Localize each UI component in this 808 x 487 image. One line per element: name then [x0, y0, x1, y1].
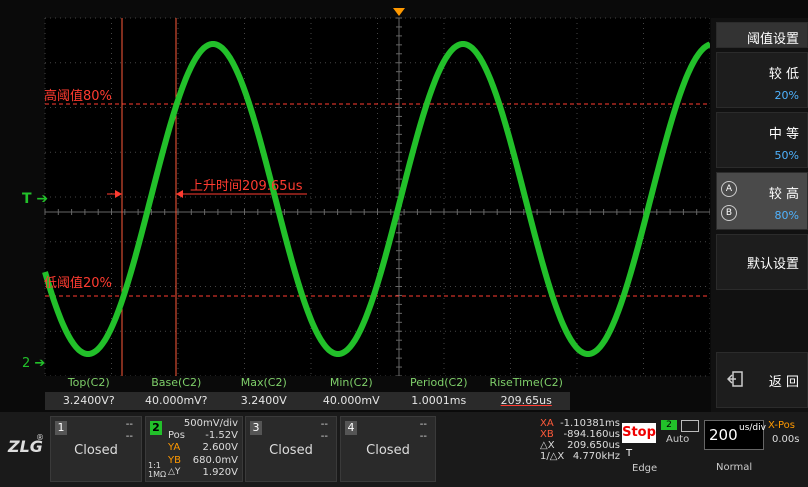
measurement-name: Base(C2) [151, 376, 202, 389]
channel-scale: -- [419, 419, 427, 430]
measurement-value: 40.000mV [322, 394, 380, 407]
timebase-display[interactable]: 200 us/div [704, 420, 766, 450]
run-stop-button[interactable]: Stop [622, 423, 656, 443]
measurement-names: Top(C2) Base(C2) Max(C2) Min(C2) Period(C2) R… [45, 376, 570, 392]
probe-ratio: 1:1 [148, 461, 161, 470]
xa-label: XA [540, 418, 554, 429]
channel-number: 1 [55, 421, 67, 435]
measurement-name: Period(C2) [409, 376, 468, 389]
measurement-name: Min(C2) [329, 376, 373, 389]
dx-label: △X [540, 440, 555, 451]
channel-1-panel[interactable]: 1 -- -- Closed [50, 416, 142, 482]
channel-pos: -- [125, 431, 133, 442]
threshold-low-button[interactable]: 较 低 20% [716, 52, 808, 108]
channel-number: 4 [345, 421, 357, 435]
xpos-value: 0.00s [772, 434, 800, 445]
back-icon [726, 371, 743, 387]
cursor-dx-value: 209.650us [567, 440, 620, 451]
cursor-xa-value: -1.10381ms [560, 418, 620, 429]
low-threshold-label: 低阈值20% [44, 276, 112, 291]
trigger-channel-badge: 2 [661, 420, 677, 430]
knob-a-icon: A [721, 181, 737, 197]
acquisition-mode: Normal [716, 462, 753, 473]
channel-2-panel[interactable]: 2 500mV/div Pos -1.52V YA 2.600V YB 680.… [145, 416, 243, 482]
measurement-value: 1.0001ms [411, 394, 467, 407]
yb-label: YB [168, 455, 181, 466]
trigger-type: Edge [632, 463, 658, 474]
channel-number: 2 [150, 421, 162, 435]
channel-state: Closed [74, 443, 118, 458]
timebase-unit: us/div [739, 423, 766, 433]
measurement-value: 3.2400V [240, 394, 287, 407]
cursor-yb-value: 680.0mV [192, 455, 238, 466]
measurement-name: Top(C2) [67, 376, 110, 389]
cursor-ya-value: 2.600V [202, 442, 238, 453]
zlg-logo: ZLG ® [6, 430, 46, 466]
measurement-value: 209.65us [500, 394, 552, 407]
cursor-xb-value: -894.160us [563, 429, 620, 440]
measurement-bar: Top(C2) Base(C2) Max(C2) Min(C2) Period(C2) R… [45, 376, 570, 412]
dy-label: △Y [168, 467, 181, 477]
trigger-source: T [626, 448, 633, 459]
cursor-dy-value: 1.920V [202, 467, 238, 478]
default-settings-button[interactable]: 默认设置 [716, 234, 808, 290]
ya-label: YA [168, 442, 181, 453]
channel-4-panel[interactable]: 4 -- -- Closed [340, 416, 436, 482]
xpos-label: X-Pos [768, 420, 795, 431]
measurement-value: 3.2400V? [62, 394, 115, 407]
trigger-position-marker[interactable] [393, 8, 405, 16]
measurement-name: RiseTime(C2) [489, 376, 563, 389]
svg-text:®: ® [36, 433, 44, 442]
trigger-auto-label: Auto [666, 434, 690, 445]
timebase-value: 200 [709, 426, 738, 444]
threshold-medium-button[interactable]: 中 等 50% [716, 112, 808, 168]
threshold-high-button[interactable]: A B 较 高 80% [716, 172, 808, 230]
input-impedance: 1MΩ [148, 470, 167, 479]
rise-time-cursor-label: 上升时间209.65us [190, 179, 303, 194]
pos-label: Pos [168, 430, 186, 441]
trigger-mode-icon [681, 420, 699, 432]
menu-title: 阈值设置 [716, 22, 808, 48]
channel-scale: -- [320, 419, 328, 430]
measurement-values: 3.2400V? 40.000mV? 3.2400V 40.000mV 1.0001ms… [45, 392, 570, 410]
measurement-name: Max(C2) [240, 376, 287, 389]
measurement-value: 40.000mV? [144, 394, 208, 407]
inv-dx-label: 1/△X [540, 451, 565, 462]
channel2-ground-marker[interactable]: 2 ➔ [22, 356, 45, 371]
channel-number: 3 [250, 421, 262, 435]
channel-scale: -- [125, 419, 133, 430]
return-button[interactable]: 返 回 [716, 352, 808, 408]
high-threshold-label: 高阈值80% [44, 89, 112, 104]
cursor-readout: XA -1.10381ms XB -894.160us △X 209.650us 1/… [540, 418, 620, 478]
trigger-level-marker[interactable]: T ➔ [22, 191, 48, 207]
channel-3-panel[interactable]: 3 -- -- Closed [245, 416, 337, 482]
channel-pos: -1.52V [205, 430, 238, 441]
cursor-frequency-value: 4.770kHz [572, 451, 620, 462]
channel-pos: -- [320, 431, 328, 442]
xb-label: XB [540, 429, 554, 440]
channel-state: Closed [269, 443, 313, 458]
knob-b-icon: B [721, 205, 737, 221]
channel-state: Closed [366, 443, 410, 458]
channel-pos: -- [419, 431, 427, 442]
waveform-plot [42, 8, 710, 377]
channel-scale: 500mV/div [183, 418, 238, 429]
